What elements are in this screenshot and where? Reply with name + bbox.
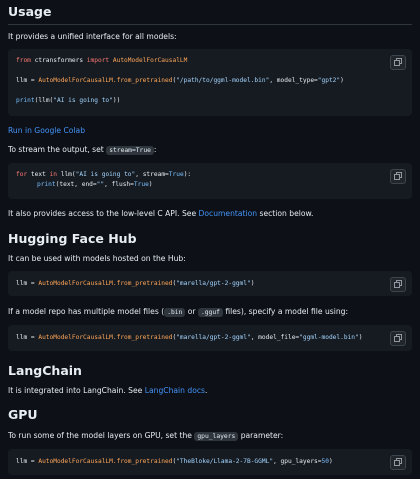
code-token: AutoModelForCausalLM.from_pretrained [38,458,173,465]
copy-button[interactable] [390,277,406,292]
code-token: llm = [16,77,39,84]
code-token: text [27,171,50,178]
multi-file-post: files), specify a model file using: [222,307,349,316]
code-token: , model_file= [250,334,300,341]
langchain-docs-link[interactable]: LangChain docs [145,386,205,395]
langchain-heading: LangChain [8,363,82,378]
lowlevel-text-pre: It also provides access to the low-level… [8,209,199,218]
code-token: in [49,171,57,178]
usage-heading: Usage [8,4,52,19]
hf-intro: It can be used with models hosted on the… [8,254,186,263]
code-token: 50 [321,458,329,465]
code-token: ) [250,280,255,287]
langchain-text-post: . [204,386,208,395]
code-line: llm = AutoModelForCausalLM.from_pretrain… [16,280,254,287]
code-token: True [168,171,184,178]
code-line: llm = AutoModelForCausalLM.from_pretrain… [16,77,344,84]
copy-button[interactable] [390,331,406,346]
code-token: ) [340,77,344,84]
code-token: ): [183,171,192,178]
code-token: "ggml-model.bin" [299,334,359,341]
langchain-text-pre: It is integrated into LangChain. See [8,386,145,395]
inline-code: .bin [164,308,186,317]
code-token: AutoModelForCausalLM [109,57,188,64]
code-token: , model_type= [269,77,318,84]
multi-file-text: If a model repo has multiple model files… [8,307,349,317]
code-token: (llm( [34,97,54,104]
gpu-heading: GPU [8,407,38,422]
code-token: "AI is going to" [53,97,113,104]
code-token: "AI is going to" [75,171,136,178]
copy-icon [394,172,402,180]
code-block-hf: llm = AutoModelForCausalLM.from_pretrain… [8,271,412,296]
code-token: llm = [16,458,39,465]
code-token: llm = [16,334,39,341]
code-token: ctransformers [30,57,87,64]
copy-icon [394,334,402,342]
langchain-text: It is integrated into LangChain. See Lan… [8,386,207,395]
code-token: "" [96,181,105,188]
code-line: print(text, end="", flush=True) [37,181,153,188]
code-token: , stream= [135,171,169,178]
code-token: "marella/gpt-2-ggml" [176,280,251,287]
code-block-usage: from ctransformers import AutoModelForCa… [8,49,412,116]
code-token: AutoModelForCausalLM.from_pretrained [38,77,173,84]
code-line: from ctransformers import AutoModelForCa… [16,57,187,64]
code-token: print [16,97,35,104]
copy-icon [394,58,402,66]
code-line: for text in llm("AI is going to", stream… [16,171,191,178]
inline-code: gpu_layers [194,432,239,441]
documentation-link[interactable]: Documentation [199,209,258,218]
code-token: AutoModelForCausalLM.from_pretrained [38,334,173,341]
code-line: llm = AutoModelForCausalLM.from_pretrain… [16,458,333,465]
code-token: )) [112,97,121,104]
copy-button[interactable] [390,55,406,70]
code-token: , gpu_layers= [273,458,322,465]
code-token: "/path/to/ggml-model.bin" [176,77,270,84]
code-token: import [86,57,110,64]
code-token: "gpt2" [317,77,341,84]
multi-file-pre: If a model repo has multiple model files… [8,307,165,316]
code-token: ) [148,181,153,188]
copy-icon [394,280,402,288]
code-token: , flush= [104,181,134,188]
code-token: for [16,171,28,178]
code-token: llm( [57,171,76,178]
copy-button[interactable] [390,169,406,184]
inline-code: .gguf [197,308,223,317]
gpu-text-pre: To run some of the model layers on GPU, … [8,431,195,440]
code-token: llm = [16,280,39,287]
code-token: print [37,181,56,188]
lowlevel-text-post: section below. [257,209,314,218]
code-block-stream: for text in llm("AI is going to", stream… [8,163,412,199]
usage-intro: It provides a unified interface for all … [8,32,177,41]
stream-text: To stream the output, set stream=True: [8,145,157,155]
code-token: "TheBloke/Llama-2-7B-GGML" [176,458,274,465]
gpu-text-post: parameter: [238,431,284,440]
hf-heading: Hugging Face Hub [8,231,137,246]
copy-button[interactable] [390,455,406,470]
code-token: from [16,57,31,64]
gpu-text: To run some of the model layers on GPU, … [8,431,284,441]
code-token: True [133,181,149,188]
code-block-gpu: llm = AutoModelForCausalLM.from_pretrain… [8,449,412,475]
usage-divider [8,24,412,25]
code-token: ) [328,458,333,465]
code-line: print(llm("AI is going to")) [16,97,120,104]
code-block-model-file: llm = AutoModelForCausalLM.from_pretrain… [8,325,412,351]
code-token: (text, end= [55,181,97,188]
multi-file-or: or [185,307,198,316]
lowlevel-text: It also provides access to the low-level… [8,209,313,218]
code-token: ) [358,334,363,341]
inline-code: stream=True [106,146,154,155]
stream-text-pre: To stream the output, set [8,145,107,154]
copy-icon [394,458,402,466]
stream-text-post: : [153,145,157,154]
code-token: AutoModelForCausalLM.from_pretrained [38,280,173,287]
code-token: "marella/gpt-2-ggml" [176,334,251,341]
colab-link[interactable]: Run in Google Colab [8,126,85,135]
code-line: llm = AutoModelForCausalLM.from_pretrain… [16,334,363,341]
